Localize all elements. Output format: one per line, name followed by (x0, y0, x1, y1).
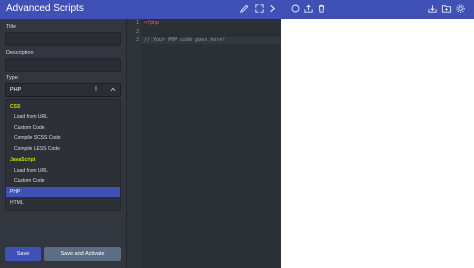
line-number: 1 (135, 20, 139, 26)
save-button[interactable]: Save (5, 247, 41, 261)
upload-icon[interactable] (303, 3, 314, 14)
code-editor[interactable]: <?php // Your PHP code goes here! (141, 19, 281, 268)
dropdown-option-html[interactable]: HTML (6, 198, 120, 208)
dropdown-option-css-custom-code[interactable]: Custom Code (6, 123, 120, 133)
chevron-right-icon[interactable] (267, 3, 278, 14)
folder-plus-icon[interactable] (441, 3, 452, 14)
trash-icon[interactable] (316, 3, 327, 14)
save-and-activate-button[interactable]: Save and Activate (44, 247, 121, 261)
export-icon[interactable] (427, 3, 438, 14)
line-number: 3 (135, 37, 139, 43)
code-line: // Your PHP code goes here! (144, 37, 226, 43)
text-cursor-icon: I (95, 86, 97, 93)
line-number-gutter: 1 2 3 (127, 19, 141, 268)
type-label: Type (6, 75, 18, 81)
type-select-value: PHP (10, 87, 22, 93)
dropdown-option-js-load-from-url[interactable]: Load from URL (6, 166, 120, 176)
line-number: 2 (135, 29, 139, 35)
pencil-icon[interactable] (239, 3, 250, 14)
gear-icon[interactable] (455, 3, 466, 14)
title-label: Title (6, 24, 17, 30)
preview-panel (281, 19, 474, 268)
dropdown-option-compile-scss[interactable]: Compile SCSS Code (6, 133, 120, 143)
circle-icon[interactable] (290, 3, 301, 14)
dropdown-option-php[interactable]: PHP (6, 187, 120, 197)
app-title: Advanced Scripts (6, 3, 84, 14)
dropdown-group-css: CSS (10, 104, 21, 110)
title-input[interactable] (5, 32, 121, 46)
dropdown-option-css-load-from-url[interactable]: Load from URL (6, 112, 120, 122)
type-select[interactable]: PHP I (5, 83, 121, 97)
code-line: <?php (144, 20, 160, 26)
description-input[interactable] (5, 58, 121, 72)
dropdown-option-compile-less[interactable]: Compile LESS Code (6, 144, 120, 154)
chevron-up-icon[interactable] (110, 87, 116, 95)
dropdown-option-js-custom-code[interactable]: Custom Code (6, 176, 120, 186)
app-window: Advanced Scripts Title Description Type … (0, 0, 474, 268)
expand-icon[interactable] (254, 3, 265, 14)
title-bar: Advanced Scripts (0, 0, 474, 19)
dropdown-group-javascript: JavaScript (10, 157, 36, 163)
type-dropdown-menu: CSS Load from URL Custom Code Compile SC… (5, 99, 121, 211)
description-label: Description (6, 50, 34, 56)
